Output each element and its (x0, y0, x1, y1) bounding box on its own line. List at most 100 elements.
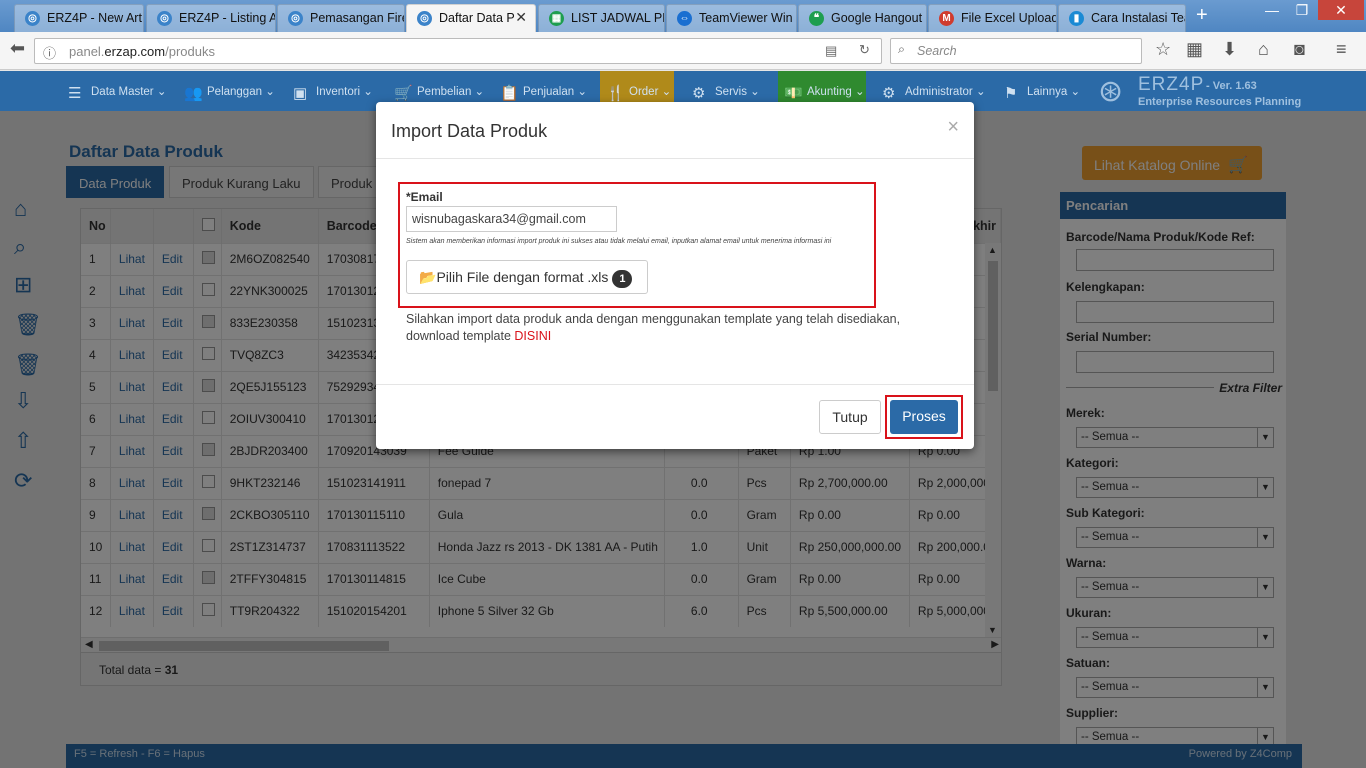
import-info-text: Silahkan import data produk anda dengan … (406, 311, 926, 345)
download-icon[interactable]: ⬇ (1222, 39, 1237, 60)
menu-inventori[interactable]: ▣ Inventori ⌄ (293, 84, 373, 102)
sheets-icon: ▦ (549, 11, 564, 26)
teamviewer-icon: ⇔ (677, 11, 692, 26)
folder-open-icon: 📂 (419, 269, 437, 285)
menu-pelanggan[interactable]: 👥 Pelanggan ⌄ (184, 84, 275, 102)
info-line1: Silahkan import data produk anda dengan … (406, 312, 901, 326)
utensils-icon: 🍴 (606, 85, 625, 102)
browser-tab-bar: ◎ ERZ4P - New Art ◎ ERZ4P - Listing A ◎ Pemas… (0, 0, 1366, 32)
chrome-icon: ◎ (25, 11, 40, 26)
menu-label: Pelanggan (207, 86, 262, 99)
search-icon: ⌕ (898, 42, 906, 56)
browser-tab-label: LIST JADWAL PK (571, 11, 665, 25)
file-button-label: Pilih File dengan format .xls (436, 269, 609, 285)
menu-label: Penjualan (523, 86, 575, 99)
reload-icon[interactable]: ↻ (859, 42, 870, 58)
browser-tab-label: Google Hangout (831, 11, 923, 25)
browser-tab[interactable]: ❝ Google Hangout (798, 4, 927, 32)
new-tab-icon[interactable]: + (1196, 4, 1208, 27)
menu-servis[interactable]: ⚙ Servis ⌄ (692, 84, 760, 102)
cart-icon: 🛒 (394, 85, 413, 102)
browser-tab[interactable]: ◎ ERZ4P - New Art (14, 4, 144, 32)
browser-tab[interactable]: ▦ LIST JADWAL PK (538, 4, 665, 32)
browser-tab-label: ERZ4P - Listing A (179, 11, 276, 25)
proses-button[interactable]: Proses (890, 400, 958, 434)
menu-label: Akunting (807, 86, 852, 99)
clipboard-icon: 📋 (500, 85, 519, 102)
import-modal: Import Data Produk × *Email wisnubagaska… (376, 102, 974, 449)
reading-list-icon[interactable]: ▦ (1186, 39, 1203, 60)
modal-close-icon[interactable]: × (947, 116, 959, 139)
menu-data-master[interactable]: ☰ Data Master ⌄ (68, 84, 166, 102)
browser-tab-label: TeamViewer Win (699, 11, 793, 25)
browser-tab[interactable]: ⇔ TeamViewer Win (666, 4, 797, 32)
menu-label: Lainnya (1027, 86, 1068, 99)
search-box[interactable]: ⌕ Search (890, 38, 1142, 64)
list-icon: ☰ (68, 85, 82, 102)
back-icon[interactable]: ⬅ (10, 38, 25, 59)
menu-administrator[interactable]: ⚙ Administrator ⌄ (882, 84, 986, 102)
browser-nav-bar: ⬅ ⓘ panel.erzap.com/produks ▤ ↻ ⌕ Search… (0, 32, 1366, 70)
menu-label: Data Master (91, 86, 154, 99)
pocket-icon[interactable]: ◙ (1294, 39, 1305, 60)
url-bar[interactable]: ⓘ panel.erzap.com/produks ▤ ↻ (34, 38, 882, 64)
menu-label: Administrator (905, 86, 973, 99)
gmail-icon: M (939, 11, 954, 26)
users-icon: 👥 (184, 85, 203, 102)
email-help-text: Sistem akan memberikan informasi import … (406, 238, 832, 245)
reader-icon[interactable]: ▤ (825, 43, 837, 59)
hangouts-icon: ❝ (809, 11, 824, 26)
browser-tab[interactable]: M File Excel Upload (928, 4, 1057, 32)
modal-title: Import Data Produk (376, 102, 974, 159)
chrome-icon: ◎ (417, 11, 432, 26)
browser-tab-label: File Excel Upload (961, 11, 1057, 25)
logo-version: - Ver. 1.63 (1206, 80, 1257, 92)
browser-tab[interactable]: ◎ Pemasangan Fire (277, 4, 405, 32)
minimize-icon[interactable]: — (1258, 2, 1286, 18)
browser-tab[interactable]: ◎ Daftar Data P ✕ (406, 4, 536, 32)
file-count-badge: 1 (612, 270, 633, 288)
menu-label: Inventori (316, 86, 361, 99)
book-icon: ▮ (1069, 11, 1084, 26)
home-icon[interactable]: ⌂ (1258, 39, 1269, 60)
url-domain: erzap.com (104, 44, 166, 59)
browser-tab-label: Pemasangan Fire (310, 11, 405, 25)
menu-label: Servis (715, 86, 747, 99)
tab-close-icon[interactable]: ✕ (515, 9, 527, 26)
url-path: /produks (165, 44, 215, 59)
chrome-icon: ◎ (288, 11, 303, 26)
window-close-icon[interactable]: ✕ (1318, 0, 1364, 20)
menu-label: Pembelian (417, 86, 472, 99)
browser-tab-label: Cara Instalasi Tea (1091, 11, 1186, 25)
hamburger-menu-icon[interactable]: ≡ (1336, 39, 1347, 60)
flag-icon: ⚑ (1004, 85, 1018, 102)
browser-tab[interactable]: ▮ Cara Instalasi Tea (1058, 4, 1186, 32)
menu-lainnya[interactable]: ⚑ Lainnya ⌄ (1004, 84, 1080, 102)
template-download-link[interactable]: DISINI (514, 329, 551, 343)
restore-icon[interactable]: ❐ (1288, 2, 1316, 19)
money-icon: 💵 (784, 85, 803, 102)
gear-icon: ⚙ (882, 85, 896, 102)
modal-footer-divider (376, 384, 974, 385)
menu-label: Order (629, 86, 659, 99)
email-label: *Email (406, 190, 443, 204)
logo-name: ERZ4P (1138, 74, 1205, 95)
info-icon[interactable]: ⓘ (43, 43, 56, 62)
url-host: panel. (69, 44, 105, 59)
choose-file-button[interactable]: 📂Pilih File dengan format .xls 1 (406, 260, 648, 294)
tutup-button[interactable]: Tutup (819, 400, 881, 434)
browser-tab-label: ERZ4P - New Art (47, 11, 142, 25)
menu-penjualan[interactable]: 📋 Penjualan ⌄ (500, 84, 587, 102)
browser-tab-label: Daftar Data P (439, 11, 515, 25)
briefcase-icon: ▣ (293, 85, 308, 102)
email-field[interactable]: wisnubagaskara34@gmail.com (406, 206, 617, 232)
browser-tab[interactable]: ◎ ERZ4P - Listing A (146, 4, 276, 32)
logo-tagline: Enterprise Resources Planning (1138, 96, 1302, 108)
search-placeholder: Search (917, 44, 957, 58)
logo-mark-icon: ⊛ (1098, 75, 1124, 108)
info-line2: download template (406, 329, 515, 343)
chrome-icon: ◎ (157, 11, 172, 26)
cogs-icon: ⚙ (692, 85, 706, 102)
menu-pembelian[interactable]: 🛒 Pembelian ⌄ (394, 84, 484, 102)
bookmark-star-icon[interactable]: ☆ (1155, 39, 1171, 60)
